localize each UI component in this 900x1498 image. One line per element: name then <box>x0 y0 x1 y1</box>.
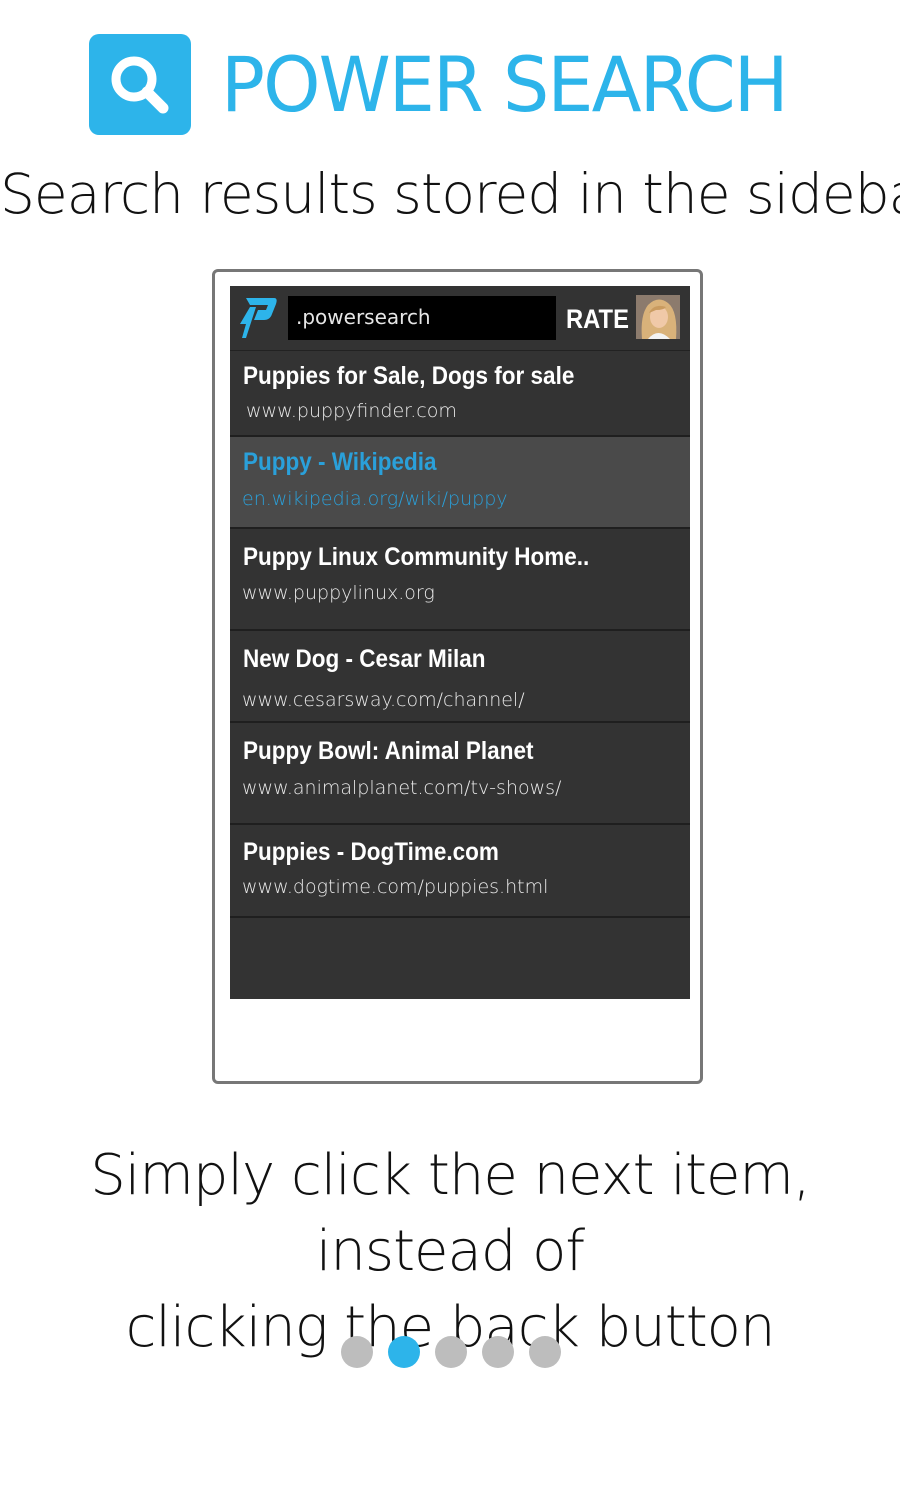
pager-dot[interactable] <box>435 1336 467 1368</box>
result-title[interactable]: Puppy Linux Community Home.. <box>243 543 589 572</box>
search-result-item-active[interactable]: Puppy - Wikipedia en.wikipedia.org/wiki/… <box>230 437 690 529</box>
power-search-logo-icon[interactable] <box>236 294 278 342</box>
pager-dot[interactable] <box>482 1336 514 1368</box>
brand-header: POWER SEARCH <box>89 34 810 135</box>
pager-dot-active[interactable] <box>388 1336 420 1368</box>
search-result-item[interactable]: Puppies for Sale, Dogs for sale www.pupp… <box>230 351 690 437</box>
result-url: www.cesarsway.com/channel/ <box>242 689 525 711</box>
result-url: www.puppylinux.org <box>242 582 435 604</box>
search-icon <box>89 34 191 135</box>
result-url: en.wikipedia.org/wiki/puppy <box>242 488 508 510</box>
result-url: www.dogtime.com/puppies.html <box>242 876 549 898</box>
carousel-pager <box>341 1336 561 1368</box>
tagline-line-1: Simply click the next item, instead of <box>90 1143 811 1284</box>
avatar[interactable] <box>636 295 680 339</box>
result-title[interactable]: Puppy Bowl: Animal Planet <box>243 737 533 766</box>
search-result-item[interactable]: Puppies - DogTime.com www.dogtime.com/pu… <box>230 825 690 918</box>
pager-dot[interactable] <box>341 1336 373 1368</box>
result-title[interactable]: Puppy - Wikipedia <box>243 448 437 477</box>
search-result-item[interactable]: New Dog - Cesar Milan www.cesarsway.com/… <box>230 631 690 723</box>
page-subtitle: Search results stored in the sidebar <box>0 162 900 226</box>
result-title[interactable]: Puppies for Sale, Dogs for sale <box>243 362 574 391</box>
result-title[interactable]: Puppies - DogTime.com <box>243 838 499 867</box>
brand-title: POWER SEARCH <box>221 39 789 129</box>
search-result-item[interactable]: Puppy Linux Community Home.. www.puppyli… <box>230 529 690 631</box>
sidebar-panel: .powersearch RATE Puppies for Sale, Dogs… <box>230 286 690 999</box>
search-result-item[interactable]: Puppy Bowl: Animal Planet www.animalplan… <box>230 723 690 825</box>
rate-button[interactable]: RATE <box>566 299 629 339</box>
result-title[interactable]: New Dog - Cesar Milan <box>243 645 486 674</box>
pager-dot[interactable] <box>529 1336 561 1368</box>
result-url: www.puppyfinder.com <box>246 400 457 422</box>
search-input[interactable]: .powersearch <box>288 296 556 340</box>
result-url: www.animalplanet.com/tv-shows/ <box>242 777 562 799</box>
tagline: Simply click the next item, instead of c… <box>0 1138 900 1366</box>
sidebar-topbar: .powersearch RATE <box>230 286 690 351</box>
